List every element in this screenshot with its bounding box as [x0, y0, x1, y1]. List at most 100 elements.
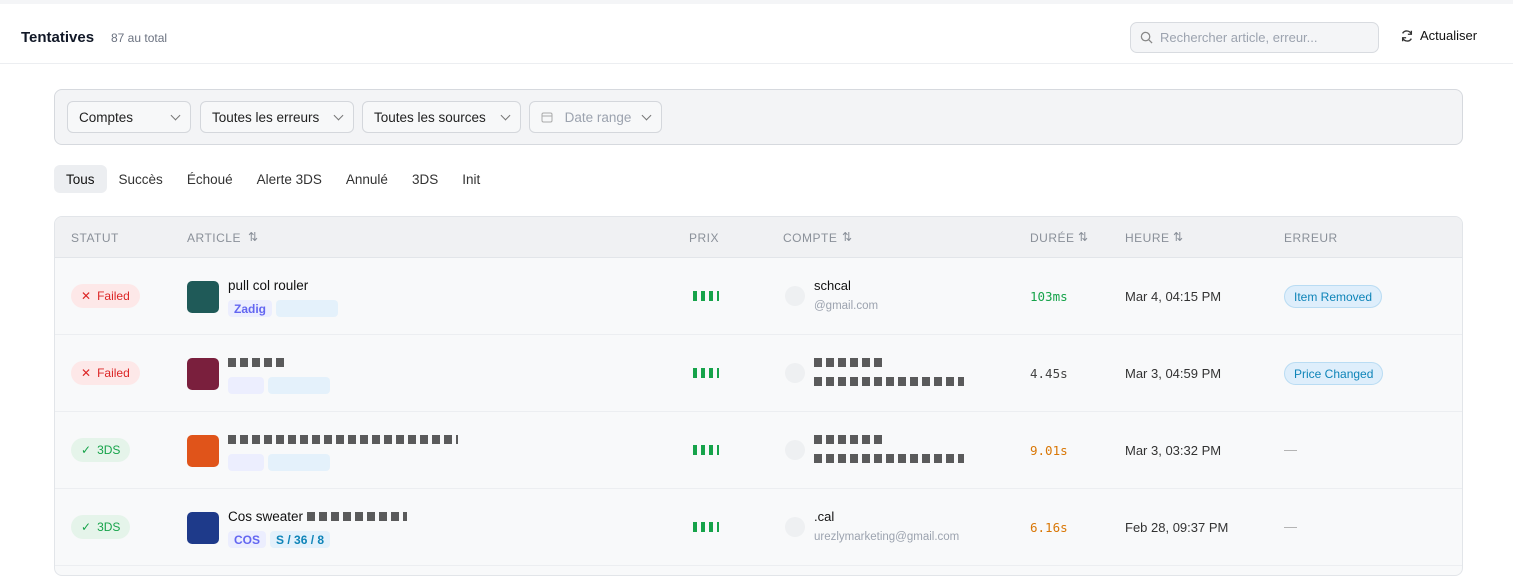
date-range-picker[interactable]: Date range — [529, 101, 662, 133]
sort-icon[interactable]: ⇅ — [248, 230, 259, 244]
table-row[interactable]: ✕ Failed pull col rouler Zadig schcal @gm… — [55, 258, 1462, 335]
status-label: Failed — [97, 366, 130, 380]
status-label: 3DS — [97, 520, 121, 534]
article-name — [228, 432, 458, 447]
account-name: .cal — [814, 509, 834, 524]
redacted-text — [306, 512, 407, 521]
accounts-dropdown[interactable]: Comptes — [67, 101, 191, 133]
account-name: schcal — [814, 278, 851, 293]
error-badge: Item Removed — [1284, 285, 1383, 308]
col-status: STATUT — [71, 231, 119, 245]
tab-all[interactable]: Tous — [54, 165, 107, 193]
search-box[interactable] — [1130, 22, 1379, 53]
check-icon: ✓ — [81, 443, 92, 457]
brand-tag — [228, 454, 264, 471]
email-label: urezlymarketing@gmail.com — [814, 531, 960, 543]
error-badge: Price Changed — [1284, 362, 1384, 385]
col-time[interactable]: HEURE — [1125, 231, 1170, 245]
article-thumbnail — [187, 512, 219, 544]
error-badge: — — [1284, 519, 1297, 534]
duration: 4.45s — [1030, 366, 1068, 381]
tab-3ds[interactable]: 3DS — [400, 165, 450, 193]
time: Mar 3, 04:59 PM — [1125, 366, 1222, 381]
article-thumbnail — [187, 281, 219, 313]
table-row[interactable]: ✓ 3DS Cos sweater COS S / 36 / 8 .cal urez… — [55, 489, 1462, 566]
sort-icon[interactable]: ⇅ — [1078, 230, 1089, 244]
sort-icon[interactable]: ⇅ — [842, 230, 853, 244]
tab-success[interactable]: Succès — [107, 165, 175, 193]
account-email — [814, 454, 964, 466]
filter-bar: Comptes Toutes les erreurs Toutes les so… — [54, 89, 1463, 145]
article-name: Cos sweater — [228, 509, 407, 524]
avatar — [785, 440, 805, 460]
article-tags — [228, 454, 330, 471]
price-redacted — [693, 291, 719, 301]
redacted-text — [228, 435, 458, 444]
account-name — [814, 355, 884, 370]
page-title: Tentatives — [21, 29, 95, 46]
time: Feb 28, 09:37 PM — [1125, 520, 1229, 535]
sort-icon[interactable]: ⇅ — [1173, 230, 1184, 244]
redacted-text — [228, 358, 288, 367]
top-bar: Tentatives 87 au total Actualiser — [0, 0, 1513, 64]
brand-tag — [228, 377, 264, 394]
article-title: Cos sweater — [228, 509, 304, 524]
x-icon: ✕ — [81, 289, 92, 303]
table-header: STATUT ARTICLE ⇅ PRIX COMPTE ⇅ DURÉE ⇅ H… — [55, 217, 1462, 258]
tab-cancelled[interactable]: Annulé — [334, 165, 400, 193]
errors-dropdown[interactable]: Toutes les erreurs — [200, 101, 354, 133]
col-article[interactable]: ARTICLE — [187, 231, 241, 245]
avatar — [785, 517, 805, 537]
avatar — [785, 363, 805, 383]
duration: 9.01s — [1030, 443, 1068, 458]
status-badge: ✓ 3DS — [71, 515, 131, 539]
size-tag — [268, 377, 330, 394]
status-label: Failed — [97, 289, 130, 303]
errors-label: Toutes les erreurs — [212, 109, 320, 125]
article-title: pull col rouler — [228, 278, 309, 293]
size-tag — [276, 300, 338, 317]
tab-init[interactable]: Init — [450, 165, 492, 193]
article-tags: Zadig — [228, 300, 338, 317]
status-label: 3DS — [97, 443, 121, 457]
brand-tag: Zadig — [228, 300, 272, 317]
size-tag: S / 36 / 8 — [270, 531, 331, 548]
account-email: @gmail.com — [814, 300, 878, 312]
size-tag — [268, 454, 330, 471]
refresh-icon — [1401, 29, 1413, 42]
redacted-text — [814, 377, 964, 386]
article-name — [228, 355, 288, 370]
redacted-text — [814, 435, 884, 444]
table-row[interactable]: ✕ Failed 4.45s Mar 3, 04:59 PM Price Chan… — [55, 335, 1462, 412]
col-duration[interactable]: DURÉE — [1030, 231, 1075, 245]
x-icon: ✕ — [81, 366, 92, 380]
duration: 103ms — [1030, 289, 1068, 304]
status-badge: ✕ Failed — [71, 284, 140, 308]
refresh-button[interactable]: Actualiser — [1400, 28, 1477, 43]
date-range-label: Date range — [564, 109, 632, 125]
chevron-down-icon — [500, 110, 511, 120]
article-thumbnail — [187, 435, 219, 467]
refresh-label: Actualiser — [1420, 28, 1478, 43]
article-thumbnail — [187, 358, 219, 390]
attempts-table: STATUT ARTICLE ⇅ PRIX COMPTE ⇅ DURÉE ⇅ H… — [54, 216, 1463, 576]
price-redacted — [693, 522, 719, 532]
avatar — [785, 286, 805, 306]
calendar-icon — [541, 112, 553, 123]
article-tags: COS S / 36 / 8 — [228, 531, 331, 548]
tab-3ds-alert[interactable]: Alerte 3DS — [245, 165, 334, 193]
status-tabs: Tous Succès Échoué Alerte 3DS Annulé 3DS… — [54, 165, 492, 193]
chevron-down-icon — [641, 110, 652, 120]
col-account[interactable]: COMPTE — [783, 231, 837, 245]
tab-failed[interactable]: Échoué — [175, 165, 245, 193]
error-badge: — — [1284, 442, 1297, 457]
article-name: pull col rouler — [228, 278, 308, 293]
sources-dropdown[interactable]: Toutes les sources — [362, 101, 521, 133]
email-label: @gmail.com — [814, 300, 879, 312]
account-label: schcal — [814, 278, 851, 293]
table-row[interactable]: ✓ 3DS 9.01s Mar 3, 03:32 PM — — [55, 412, 1462, 489]
status-badge: ✕ Failed — [71, 361, 140, 385]
duration: 6.16s — [1030, 520, 1068, 535]
search-input[interactable] — [1160, 30, 1370, 45]
chevron-down-icon — [333, 110, 344, 120]
